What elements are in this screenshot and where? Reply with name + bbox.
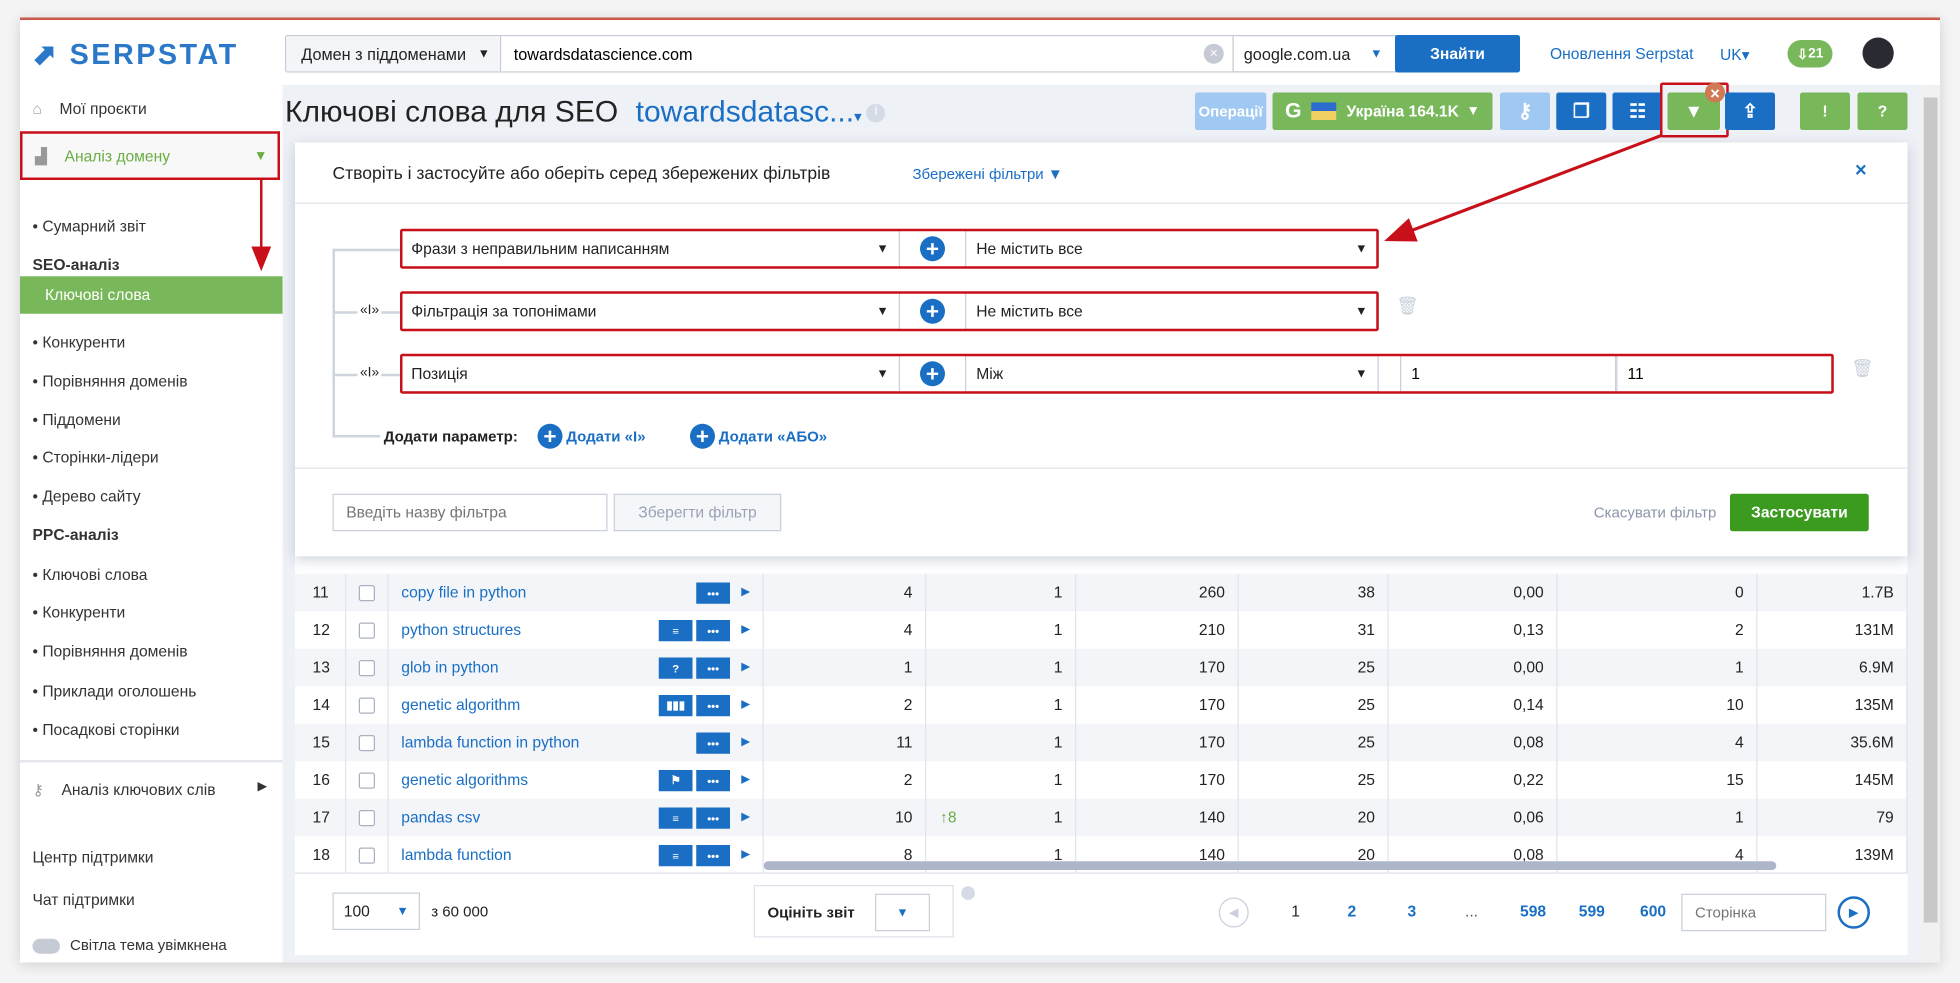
app: ⬈ SERPSTAT Домен з піддоменами▼ × google…: [0, 0, 1960, 983]
arrow-filter-to-panel: [1384, 133, 1664, 242]
annotation-arrows: [251, 133, 1664, 272]
